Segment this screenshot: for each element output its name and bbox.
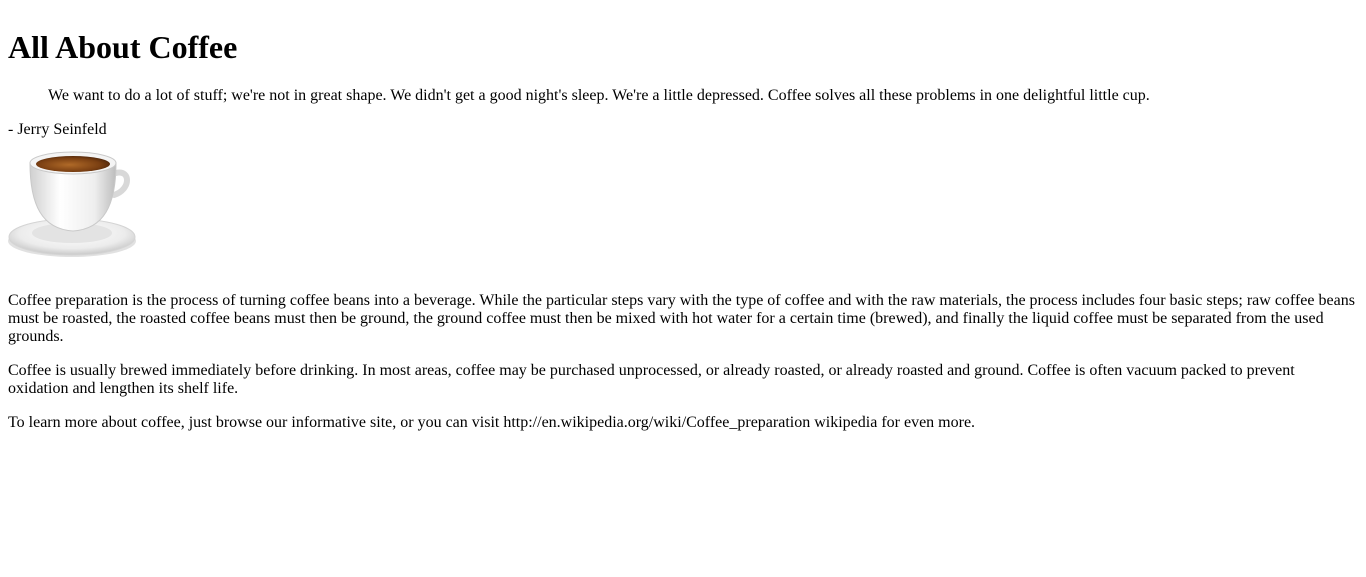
quote-author: - Jerry Seinfeld [8, 121, 107, 138]
seinfeld-quote: We want to do a lot of stuff; we're not … [48, 87, 1150, 104]
learn-more-paragraph: To learn more about coffee, just browse … [8, 414, 976, 431]
coffee-surface [36, 156, 110, 172]
page-title: All About Coffee [8, 29, 238, 65]
page-content: All About Coffee We want to do a lot of … [0, 29, 1366, 432]
coffee-cup-icon [8, 151, 136, 257]
coffee-brewing-paragraph: Coffee is usually brewed immediately bef… [8, 362, 1295, 397]
coffee-preparation-paragraph: Coffee preparation is the process of tur… [8, 292, 1355, 345]
